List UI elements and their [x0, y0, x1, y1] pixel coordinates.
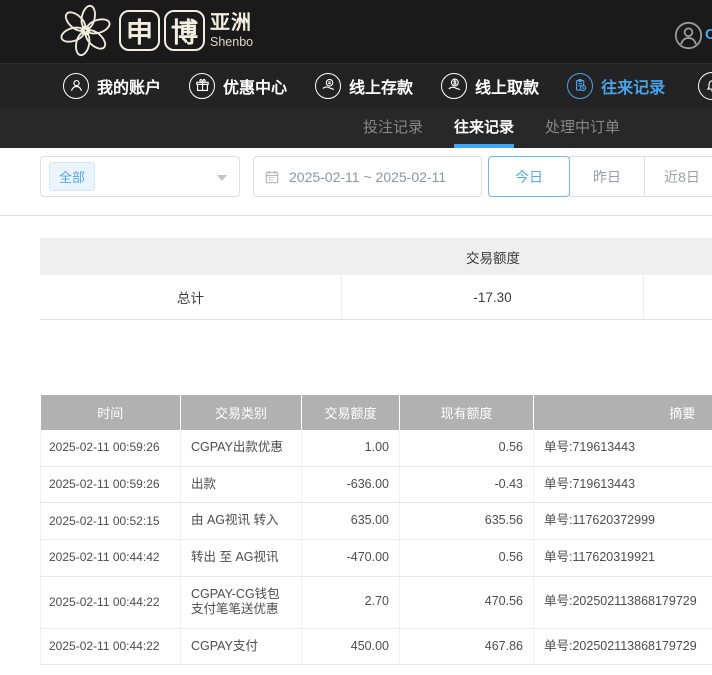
cell-type: 出款 [181, 466, 302, 503]
cell-type: CGPAY-CG钱包支付笔笔送优惠 [181, 576, 302, 628]
table-row: 2025-02-11 00:44:42转出 至 AG视讯-470.000.56单… [41, 539, 712, 576]
summary-table-header: 交易额度 [40, 238, 712, 275]
yesterday-button[interactable]: 昨日 [569, 156, 645, 197]
cell-summary: 单号:202502113868179729 [534, 576, 712, 628]
summary-table: 交易额度 总计 -17.30 [40, 238, 712, 320]
summary-total-row: 总计 -17.30 [40, 275, 712, 320]
column-header-time: 时间 [41, 395, 181, 430]
main-nav: 我的账户 优惠中心 线上存款 [0, 63, 712, 107]
cell-summary: 单号:202502113868179729 [534, 628, 712, 665]
summary-header-cell [40, 238, 342, 275]
logo-latin-text: Shenbo [210, 36, 253, 49]
table-row: 2025-02-11 00:44:22CGPAY支付450.00467.86单号… [41, 628, 712, 665]
summary-header-cell: 交易额度 [342, 238, 644, 275]
nav-item-transaction-records[interactable]: 往来记录 [567, 73, 665, 99]
table-row: 2025-02-11 00:44:22CGPAY-CG钱包支付笔笔送优惠2.70… [41, 576, 712, 628]
account-name-partial[interactable]: C [705, 26, 712, 43]
nav-item-label: 优惠中心 [223, 74, 287, 98]
calendar-icon [264, 169, 280, 185]
gift-icon [189, 73, 215, 99]
logo-region-text: 亚洲 [210, 13, 253, 33]
nav-item-label: 我的账户 [97, 74, 161, 98]
summary-header-cell [644, 238, 712, 275]
last-8-days-button[interactable]: 近8日 [644, 156, 712, 197]
table-row: 2025-02-11 00:59:26出款-636.00-0.43单号:7196… [41, 466, 712, 503]
cell-summary: 单号:117620319921 [534, 539, 712, 576]
column-header-balance: 现有额度 [400, 395, 534, 430]
cell-time: 2025-02-11 00:44:22 [41, 576, 181, 628]
cell-amount: -636.00 [302, 466, 400, 503]
column-header-summary: 摘要 [534, 395, 712, 430]
cell-time: 2025-02-11 00:59:26 [41, 430, 181, 466]
withdraw-icon: $ [441, 73, 467, 99]
cell-time: 2025-02-11 00:44:22 [41, 628, 181, 665]
table-row: 2025-02-11 00:52:15由 AG视讯 转入635.00635.56… [41, 503, 712, 540]
tab-transaction-records[interactable]: 往来记录 [454, 107, 514, 148]
quick-date-buttons: 今日 昨日 近8日 [488, 156, 712, 197]
summary-total-value: -17.30 [342, 275, 644, 319]
logo-char-shen: 申 [119, 10, 160, 51]
cell-amount: 1.00 [302, 430, 400, 466]
column-header-amount: 交易额度 [302, 395, 400, 430]
date-range-value: 2025-02-11 ~ 2025-02-11 [289, 169, 446, 185]
nav-item-label: 线上取款 [475, 74, 539, 98]
type-filter-tag[interactable]: 全部 [49, 162, 95, 191]
section-divider [0, 215, 712, 216]
nav-item-my-account[interactable]: 我的账户 [63, 73, 161, 99]
records-icon [567, 73, 593, 99]
cell-amount: 2.70 [302, 576, 400, 628]
bell-icon[interactable] [698, 72, 712, 100]
nav-item-label: 往来记录 [601, 74, 665, 98]
cell-amount: 635.00 [302, 503, 400, 540]
nav-item-label: 线上存款 [349, 74, 413, 98]
page: 申 博 亚洲 Shenbo C 我的账户 [0, 0, 712, 675]
cell-balance: 470.56 [400, 576, 534, 628]
cell-balance: -0.43 [400, 466, 534, 503]
date-range-picker[interactable]: 2025-02-11 ~ 2025-02-11 [253, 156, 482, 197]
column-header-type: 交易类别 [181, 395, 302, 430]
user-icon [63, 73, 89, 99]
site-logo[interactable]: 申 博 亚洲 Shenbo [57, 2, 253, 59]
site-header: 申 博 亚洲 Shenbo C [0, 0, 712, 63]
nav-item-deposit[interactable]: 线上存款 [315, 73, 413, 99]
records-table: 时间 交易类别 交易额度 现有额度 摘要 2025-02-11 00:59:26… [40, 395, 712, 665]
cell-balance: 0.56 [400, 430, 534, 466]
flower-logo-icon [57, 2, 114, 59]
chevron-down-icon [217, 175, 227, 181]
nav-item-promotions[interactable]: 优惠中心 [189, 73, 287, 99]
summary-total-label: 总计 [40, 275, 342, 319]
tab-betting-records[interactable]: 投注记录 [363, 107, 423, 148]
cell-type: CGPAY支付 [181, 628, 302, 665]
cell-type: CGPAY出款优惠 [181, 430, 302, 466]
cell-amount: 450.00 [302, 628, 400, 665]
cell-balance: 0.56 [400, 539, 534, 576]
deposit-icon [315, 73, 341, 99]
type-filter-select[interactable]: 全部 [40, 156, 240, 197]
cell-balance: 467.86 [400, 628, 534, 665]
cell-type: 转出 至 AG视讯 [181, 539, 302, 576]
tab-processing-orders[interactable]: 处理中订单 [545, 107, 620, 148]
summary-empty-cell [644, 275, 712, 319]
cell-amount: -470.00 [302, 539, 400, 576]
cell-summary: 单号:719613443 [534, 466, 712, 503]
logo-char-bo: 博 [164, 10, 205, 51]
table-row: 2025-02-11 00:59:26CGPAY出款优惠1.000.56单号:7… [41, 430, 712, 466]
svg-text:$: $ [453, 80, 456, 86]
records-table-body: 2025-02-11 00:59:26CGPAY出款优惠1.000.56单号:7… [41, 430, 712, 665]
cell-time: 2025-02-11 00:59:26 [41, 466, 181, 503]
cell-time: 2025-02-11 00:52:15 [41, 503, 181, 540]
today-button[interactable]: 今日 [488, 156, 570, 197]
cell-summary: 单号:117620372999 [534, 503, 712, 540]
account-avatar-icon[interactable] [674, 21, 703, 50]
cell-type: 由 AG视讯 转入 [181, 503, 302, 540]
cell-balance: 635.56 [400, 503, 534, 540]
sub-nav: 投注记录 往来记录 处理中订单 [0, 107, 712, 148]
nav-item-withdraw[interactable]: $ 线上取款 [441, 73, 539, 99]
cell-summary: 单号:719613443 [534, 430, 712, 466]
records-table-header-row: 时间 交易类别 交易额度 现有额度 摘要 [41, 395, 712, 430]
cell-time: 2025-02-11 00:44:42 [41, 539, 181, 576]
